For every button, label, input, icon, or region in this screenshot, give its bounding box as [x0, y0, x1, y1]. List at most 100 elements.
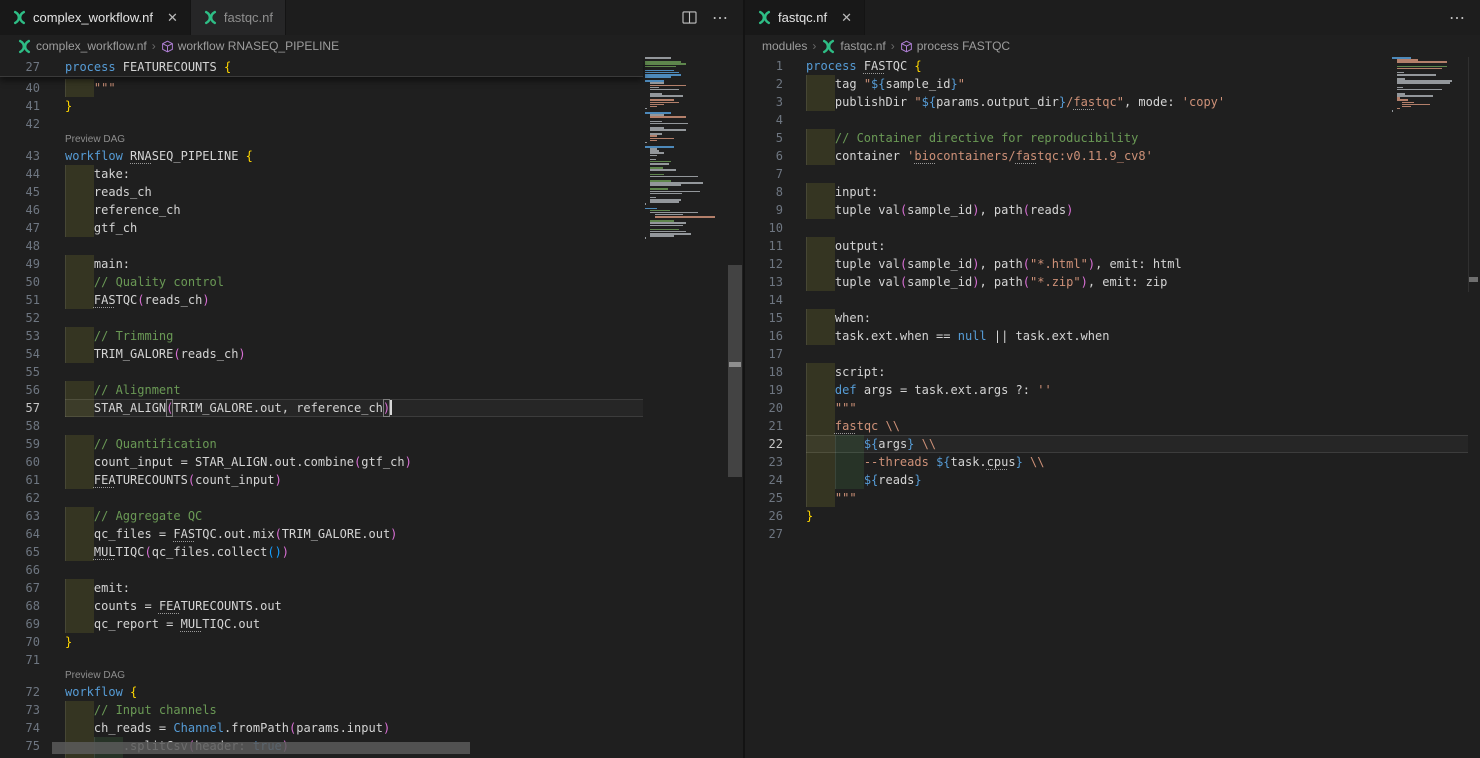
code-line-72[interactable]: 72workflow {: [0, 683, 643, 701]
minimap-line: [650, 140, 657, 142]
code-line-52[interactable]: 52: [0, 309, 643, 327]
close-tab-icon[interactable]: ✕: [841, 11, 852, 24]
minimap-right[interactable]: [1392, 57, 1452, 119]
editor-left[interactable]: 40"""41}42Preview DAG43workflow RNASEQ_P…: [0, 57, 743, 758]
code-line-62[interactable]: 62: [0, 489, 643, 507]
code-line-61[interactable]: 61FEATURECOUNTS(count_input): [0, 471, 643, 489]
code-line-51[interactable]: 51FASTQC(reads_ch): [0, 291, 643, 309]
codelens-preview-dag[interactable]: Preview DAG: [65, 669, 125, 683]
code-token: TQC: [886, 57, 915, 75]
code-line-57[interactable]: 57STAR_ALIGN(TRIM_GALORE.out, reference_…: [0, 399, 643, 417]
code-line-27[interactable]: 27: [745, 525, 1468, 543]
code-line-47[interactable]: 47gtf_ch: [0, 219, 643, 237]
code-token: (: [289, 719, 296, 737]
code-token: , path: [979, 201, 1022, 219]
code-line-24[interactable]: 24${reads}: [745, 471, 1468, 489]
code-line-9[interactable]: 9tuple val(sample_id), path(reads): [745, 201, 1468, 219]
code-line-45[interactable]: 45reads_ch: [0, 183, 643, 201]
code-line-64[interactable]: 64qc_files = FASTQC.out.mix(TRIM_GALORE.…: [0, 525, 643, 543]
code-line-17[interactable]: 17: [745, 345, 1468, 363]
code-line-73[interactable]: 73// Input channels: [0, 701, 643, 719]
breadcrumb-item-process-fastqc[interactable]: process FASTQC: [900, 39, 1010, 53]
code-line-55[interactable]: 55: [0, 363, 643, 381]
code-line-70[interactable]: 70}: [0, 633, 643, 651]
code-line-1[interactable]: 1process FASTQC {: [745, 57, 1468, 75]
codelens-preview-dag[interactable]: Preview DAG: [65, 133, 125, 147]
code-line-3[interactable]: 3publishDir "${params.output_dir}/fastqc…: [745, 93, 1468, 111]
code-line-20[interactable]: 20""": [745, 399, 1468, 417]
code-line-11[interactable]: 11output:: [745, 237, 1468, 255]
breadcrumb-item-fastqc.nf[interactable]: fastqc.nf: [821, 39, 885, 54]
code-line-65[interactable]: 65MULTIQC(qc_files.collect()): [0, 543, 643, 561]
breadcrumb-item-workflow-rnaseq_pipeline[interactable]: workflow RNASEQ_PIPELINE: [161, 39, 339, 53]
code-line-16[interactable]: 16task.ext.when == null || task.ext.when: [745, 327, 1468, 345]
code-line-56[interactable]: 56// Alignment: [0, 381, 643, 399]
code-line-19[interactable]: 19def args = task.ext.args ?: '': [745, 381, 1468, 399]
code-line-53[interactable]: 53// Trimming: [0, 327, 643, 345]
code-line-18[interactable]: 18script:: [745, 363, 1468, 381]
line-number: 4: [745, 111, 783, 129]
code-line-41[interactable]: 41}: [0, 97, 643, 115]
code-line-10[interactable]: 10: [745, 219, 1468, 237]
code-line-44[interactable]: 44take:: [0, 165, 643, 183]
code-line-23[interactable]: 23--threads ${task.cpus} \\: [745, 453, 1468, 471]
code-line-6[interactable]: 6container 'biocontainers/fastqc:v0.11.9…: [745, 147, 1468, 165]
code-line-40[interactable]: 40""": [0, 79, 643, 97]
code-line-67[interactable]: 67emit:: [0, 579, 643, 597]
code-line-66[interactable]: 66: [0, 561, 643, 579]
breadcrumb-item-complex_workflow.nf[interactable]: complex_workflow.nf: [17, 39, 147, 54]
tab-fastqc.nf[interactable]: fastqc.nf: [191, 0, 286, 35]
code-line-22[interactable]: 22${args} \\: [745, 435, 1468, 453]
line-number: 48: [0, 237, 40, 255]
code-token: }: [65, 97, 72, 115]
more-actions-icon[interactable]: ⋯: [1449, 8, 1466, 28]
editor-right[interactable]: 1process FASTQC {2tag "${sample_id}"3pub…: [745, 57, 1480, 758]
code-line-26[interactable]: 26}: [745, 507, 1468, 525]
code-line-71[interactable]: 71: [0, 651, 643, 669]
code-line-21[interactable]: 21fastqc \\: [745, 417, 1468, 435]
editor-group-divider[interactable]: [743, 0, 745, 758]
code-line-68[interactable]: 68counts = FEATURECOUNTS.out: [0, 597, 643, 615]
code-token: FAS: [864, 57, 886, 75]
code-line-63[interactable]: 63// Aggregate QC: [0, 507, 643, 525]
code-token: "*.zip": [1030, 273, 1081, 291]
vertical-scrollbar[interactable]: [728, 265, 742, 477]
code-line-14[interactable]: 14: [745, 291, 1468, 309]
code-line-5[interactable]: 5// Container directive for reproducibil…: [745, 129, 1468, 147]
code-line-15[interactable]: 15when:: [745, 309, 1468, 327]
code-line-7[interactable]: 7: [745, 165, 1468, 183]
code-line-49[interactable]: 49main:: [0, 255, 643, 273]
tab-complex_workflow.nf[interactable]: complex_workflow.nf✕: [0, 0, 191, 35]
code-line-74[interactable]: 74ch_reads = Channel.fromPath(params.inp…: [0, 719, 643, 737]
minimap-line: [645, 108, 647, 110]
split-editor-icon[interactable]: [682, 11, 697, 24]
code-line-12[interactable]: 12tuple val(sample_id), path("*.html"), …: [745, 255, 1468, 273]
close-tab-icon[interactable]: ✕: [167, 11, 178, 24]
code-line-42[interactable]: 42: [0, 115, 643, 133]
line-number: 9: [745, 201, 783, 219]
code-line-27[interactable]: 27process FEATURECOUNTS {: [0, 58, 643, 76]
minimap-left[interactable]: [645, 57, 728, 257]
tab-fastqc.nf[interactable]: fastqc.nf✕: [745, 0, 865, 35]
code-line-59[interactable]: 59// Quantification: [0, 435, 643, 453]
split-editor-button[interactable]: [682, 11, 697, 24]
code-line-48[interactable]: 48: [0, 237, 643, 255]
code-line-60[interactable]: 60count_input = STAR_ALIGN.out.combine(g…: [0, 453, 643, 471]
code-line-58[interactable]: 58: [0, 417, 643, 435]
more-actions-icon[interactable]: ⋯: [712, 8, 729, 28]
code-line-4[interactable]: 4: [745, 111, 1468, 129]
code-line-50[interactable]: 50// Quality control: [0, 273, 643, 291]
code-line-2[interactable]: 2tag "${sample_id}": [745, 75, 1468, 93]
code-line-8[interactable]: 8input:: [745, 183, 1468, 201]
sticky-scroll-line[interactable]: 27process FEATURECOUNTS {: [0, 57, 643, 77]
code-line-54[interactable]: 54TRIM_GALORE(reads_ch): [0, 345, 643, 363]
breadcrumb-item-modules[interactable]: modules: [762, 39, 807, 53]
code-line-25[interactable]: 25""": [745, 489, 1468, 507]
minimap-line: [1397, 89, 1443, 91]
code-line-46[interactable]: 46reference_ch: [0, 201, 643, 219]
horizontal-scrollbar[interactable]: [52, 742, 470, 754]
code-line-69[interactable]: 69qc_report = MULTIQC.out: [0, 615, 643, 633]
code-line-43[interactable]: 43workflow RNASEQ_PIPELINE {: [0, 147, 643, 165]
code-line-13[interactable]: 13tuple val(sample_id), path("*.zip"), e…: [745, 273, 1468, 291]
code-token: sample_id: [907, 273, 972, 291]
